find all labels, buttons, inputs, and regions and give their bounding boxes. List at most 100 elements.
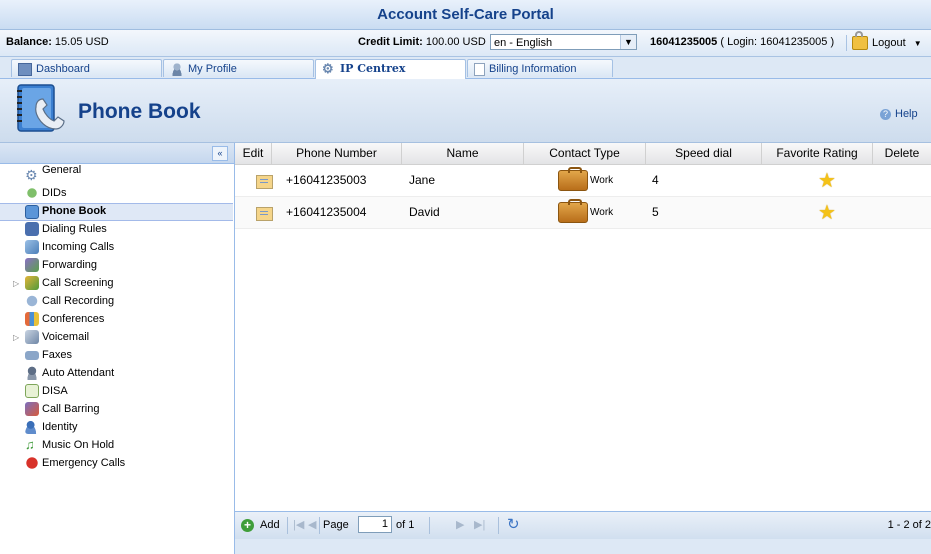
prev-page-icon[interactable]: ◀	[308, 518, 316, 531]
sidebar-item-label: Auto Attendant	[42, 367, 115, 379]
gear-icon: ⚙	[25, 167, 38, 183]
sidebar-item-dialing-rules[interactable]: Dialing Rules	[0, 221, 233, 238]
sidebar-header: «	[0, 143, 234, 164]
pager-toolbar: + Add |◀ ◀ Page 1 of 1 ▶ ▶| ↻ 1 - 2 of 2	[235, 511, 931, 539]
sidebar-item-label: Dialing Rules	[42, 223, 107, 235]
contact-type-cell: Work	[590, 207, 614, 218]
tab-ip-centrex[interactable]: ⚙ IP Centrex	[315, 59, 466, 79]
sidebar-item-call-barring[interactable]: Call Barring	[0, 401, 233, 418]
account-number: 16041235005	[650, 36, 718, 48]
first-page-icon[interactable]: |◀	[293, 518, 304, 531]
star-icon[interactable]: ★	[818, 203, 836, 223]
sidebar-item-label: Voicemail	[42, 331, 90, 343]
speed-dial-cell: 4	[652, 173, 659, 187]
sidebar-item-auto-attendant[interactable]: Auto Attendant	[0, 365, 233, 382]
sidebar-item-disa[interactable]: DISA	[0, 383, 233, 400]
tab-dashboard[interactable]: Dashboard	[11, 59, 162, 77]
column-header-edit[interactable]: Edit	[235, 143, 272, 164]
page-header: Phone Book ? Help	[0, 79, 931, 143]
call-recording-icon	[25, 294, 39, 308]
chevron-down-icon: ▼	[913, 39, 922, 48]
sidebar-item-conferences[interactable]: Conferences	[0, 311, 233, 328]
chevron-down-icon[interactable]: ▼	[620, 35, 636, 49]
divider	[287, 517, 288, 534]
sidebar-item-label: Conferences	[42, 313, 105, 325]
help-button[interactable]: ? Help	[880, 108, 918, 120]
next-page-icon[interactable]: ▶	[456, 518, 464, 531]
auto-attendant-icon	[25, 366, 39, 380]
sidebar-item-incoming-calls[interactable]: Incoming Calls	[0, 239, 233, 256]
refresh-icon[interactable]: ↻	[507, 515, 520, 533]
sidebar-item-general[interactable]: ⚙ General	[0, 164, 233, 184]
voicemail-icon	[25, 330, 39, 344]
page-number-input[interactable]: 1	[358, 516, 392, 533]
sidebar-item-call-recording[interactable]: Call Recording	[0, 293, 233, 310]
lock-icon	[852, 31, 868, 51]
star-icon[interactable]: ★	[818, 171, 836, 191]
sidebar-item-dids[interactable]: DIDs	[0, 185, 233, 202]
expand-icon[interactable]: ▷	[13, 329, 19, 346]
column-header-phone-number[interactable]: Phone Number	[272, 143, 402, 164]
last-page-icon[interactable]: ▶|	[474, 518, 485, 531]
sidebar-item-label: Music On Hold	[42, 439, 115, 451]
briefcase-icon	[558, 167, 588, 191]
edit-icon[interactable]	[256, 207, 273, 221]
sidebar-item-label: Call Recording	[42, 295, 115, 307]
sidebar-item-forwarding[interactable]: Forwarding	[0, 257, 233, 274]
name-cell: Jane	[409, 173, 436, 187]
sidebar-item-label: Forwarding	[42, 259, 98, 271]
sidebar-item-label: Call Screening	[42, 277, 114, 289]
sidebar-item-emergency-calls[interactable]: Emergency Calls	[0, 455, 233, 472]
tab-label: IP Centrex	[340, 62, 406, 75]
phonebook-icon	[17, 84, 65, 132]
incoming-calls-icon	[25, 240, 39, 254]
column-header-speed-dial[interactable]: Speed dial	[646, 143, 762, 164]
phone-number-cell: +16041235003	[286, 173, 367, 187]
grid-header: Edit Phone Number Name Contact Type Spee…	[235, 143, 931, 165]
column-header-name[interactable]: Name	[402, 143, 524, 164]
sidebar-item-call-screening[interactable]: ▷ Call Screening	[0, 275, 233, 292]
name-cell: David	[409, 205, 440, 219]
sidebar-item-label: General	[42, 164, 82, 176]
column-header-favorite-rating[interactable]: Favorite Rating	[762, 143, 873, 164]
forwarding-icon	[25, 258, 39, 272]
sidebar-item-identity[interactable]: Identity	[0, 419, 233, 436]
collapse-sidebar-button[interactable]: «	[212, 146, 228, 161]
table-row[interactable]: +16041235004 David Work 5 ★	[235, 197, 931, 229]
tab-my-profile[interactable]: My Profile	[163, 59, 314, 77]
gear-icon: ⚙	[322, 61, 334, 77]
language-value: en - English	[494, 37, 553, 49]
add-button[interactable]: Add	[260, 519, 280, 531]
logout-button[interactable]: Logout ▼	[852, 31, 922, 53]
sidebar-item-faxes[interactable]: Faxes	[0, 347, 233, 364]
phone-book-grid: Edit Phone Number Name Contact Type Spee…	[235, 143, 931, 554]
dashboard-icon	[18, 62, 32, 76]
sidebar-item-label: DISA	[42, 385, 68, 397]
did-icon	[25, 186, 39, 200]
edit-icon[interactable]	[256, 175, 273, 189]
sidebar-item-label: Phone Book	[42, 205, 107, 217]
table-row[interactable]: +16041235003 Jane Work 4 ★	[235, 165, 931, 197]
sidebar-item-phone-book[interactable]: Phone Book	[0, 203, 233, 221]
credit-limit-value: 100.00 USD	[425, 36, 486, 48]
expand-icon[interactable]: ▷	[13, 275, 19, 292]
column-header-delete[interactable]: Delete	[873, 143, 931, 164]
call-barring-icon	[25, 402, 39, 416]
language-select[interactable]: en - English ▼	[490, 34, 637, 50]
page-count: of 1	[396, 519, 415, 531]
sidebar-item-voicemail[interactable]: ▷ Voicemail	[0, 329, 233, 346]
page-title: Phone Book	[78, 100, 201, 123]
tab-label: Dashboard	[36, 63, 90, 75]
sidebar-item-label: Emergency Calls	[42, 457, 126, 469]
music-icon: ♫	[25, 437, 35, 452]
add-icon[interactable]: +	[241, 519, 254, 532]
tab-billing-information[interactable]: Billing Information	[467, 59, 613, 77]
column-header-contact-type[interactable]: Contact Type	[524, 143, 646, 164]
user-icon	[170, 62, 184, 76]
tab-label: Billing Information	[489, 63, 577, 75]
fax-icon	[25, 351, 39, 360]
help-icon: ?	[880, 108, 891, 120]
main-tabs: Dashboard My Profile ⚙ IP Centrex Billing…	[0, 57, 931, 79]
phonebook-icon	[25, 205, 39, 219]
sidebar-item-music-on-hold[interactable]: ♫ Music On Hold	[0, 437, 233, 454]
